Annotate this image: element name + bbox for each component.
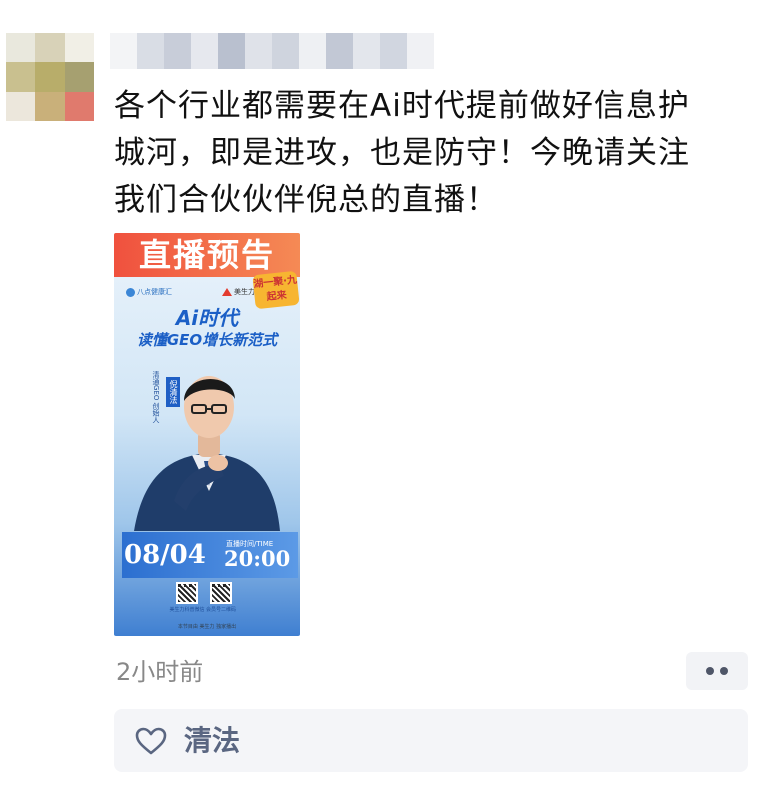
qr-caption-right: 会员号二维码 [205, 607, 236, 613]
more-actions-button[interactable] [686, 652, 748, 690]
more-dots-icon [706, 667, 714, 675]
post-image[interactable]: 直播预告 八点健康汇 美生力 湖一聚·九起来 Ai时代 读懂GEO增长新范式 清… [114, 233, 300, 636]
post-line: 城河，即是进攻，也是防守！今晚请关注 [114, 135, 690, 171]
heart-icon [135, 727, 167, 755]
speaker-name: 倪清法 [166, 377, 180, 407]
post-timestamp: 2小时前 [116, 658, 204, 686]
logo-mark-icon [126, 287, 135, 297]
poster-footer: 本节目由 美生力 独家播出 [177, 624, 237, 630]
poster-logo-left: 八点健康汇 [126, 287, 172, 297]
author-avatar[interactable] [6, 33, 94, 121]
like-user-name[interactable]: 清法 [184, 724, 240, 758]
post-line: 我们合伙伙伴倪总的直播！ [114, 182, 498, 218]
qr-code-left [176, 582, 198, 604]
poster-banner: 直播预告 [114, 233, 300, 277]
poster-banner-text: 直播预告 [138, 236, 275, 274]
poster-date: 08/04 [124, 540, 206, 570]
author-nickname[interactable] [110, 33, 434, 69]
speaker-photo [134, 376, 280, 531]
post-line: 各个行业都需要在Ai时代提前做好信息护 [114, 88, 690, 124]
poster-title: Ai时代 [175, 306, 239, 330]
poster-time: 20:00 [224, 546, 291, 571]
logo-triangle-icon [222, 288, 232, 296]
poster-subtitle: 读懂GEO增长新范式 [136, 331, 278, 349]
speaker-description: 清通GEO 创始人 [152, 371, 160, 424]
poster-logo-right: 美生力 [222, 287, 255, 297]
post-content: 各个行业都需要在Ai时代提前做好信息护 城河，即是进攻，也是防守！今晚请关注 我… [114, 83, 754, 224]
qr-code-right [210, 582, 232, 604]
more-dots-icon [720, 667, 728, 675]
